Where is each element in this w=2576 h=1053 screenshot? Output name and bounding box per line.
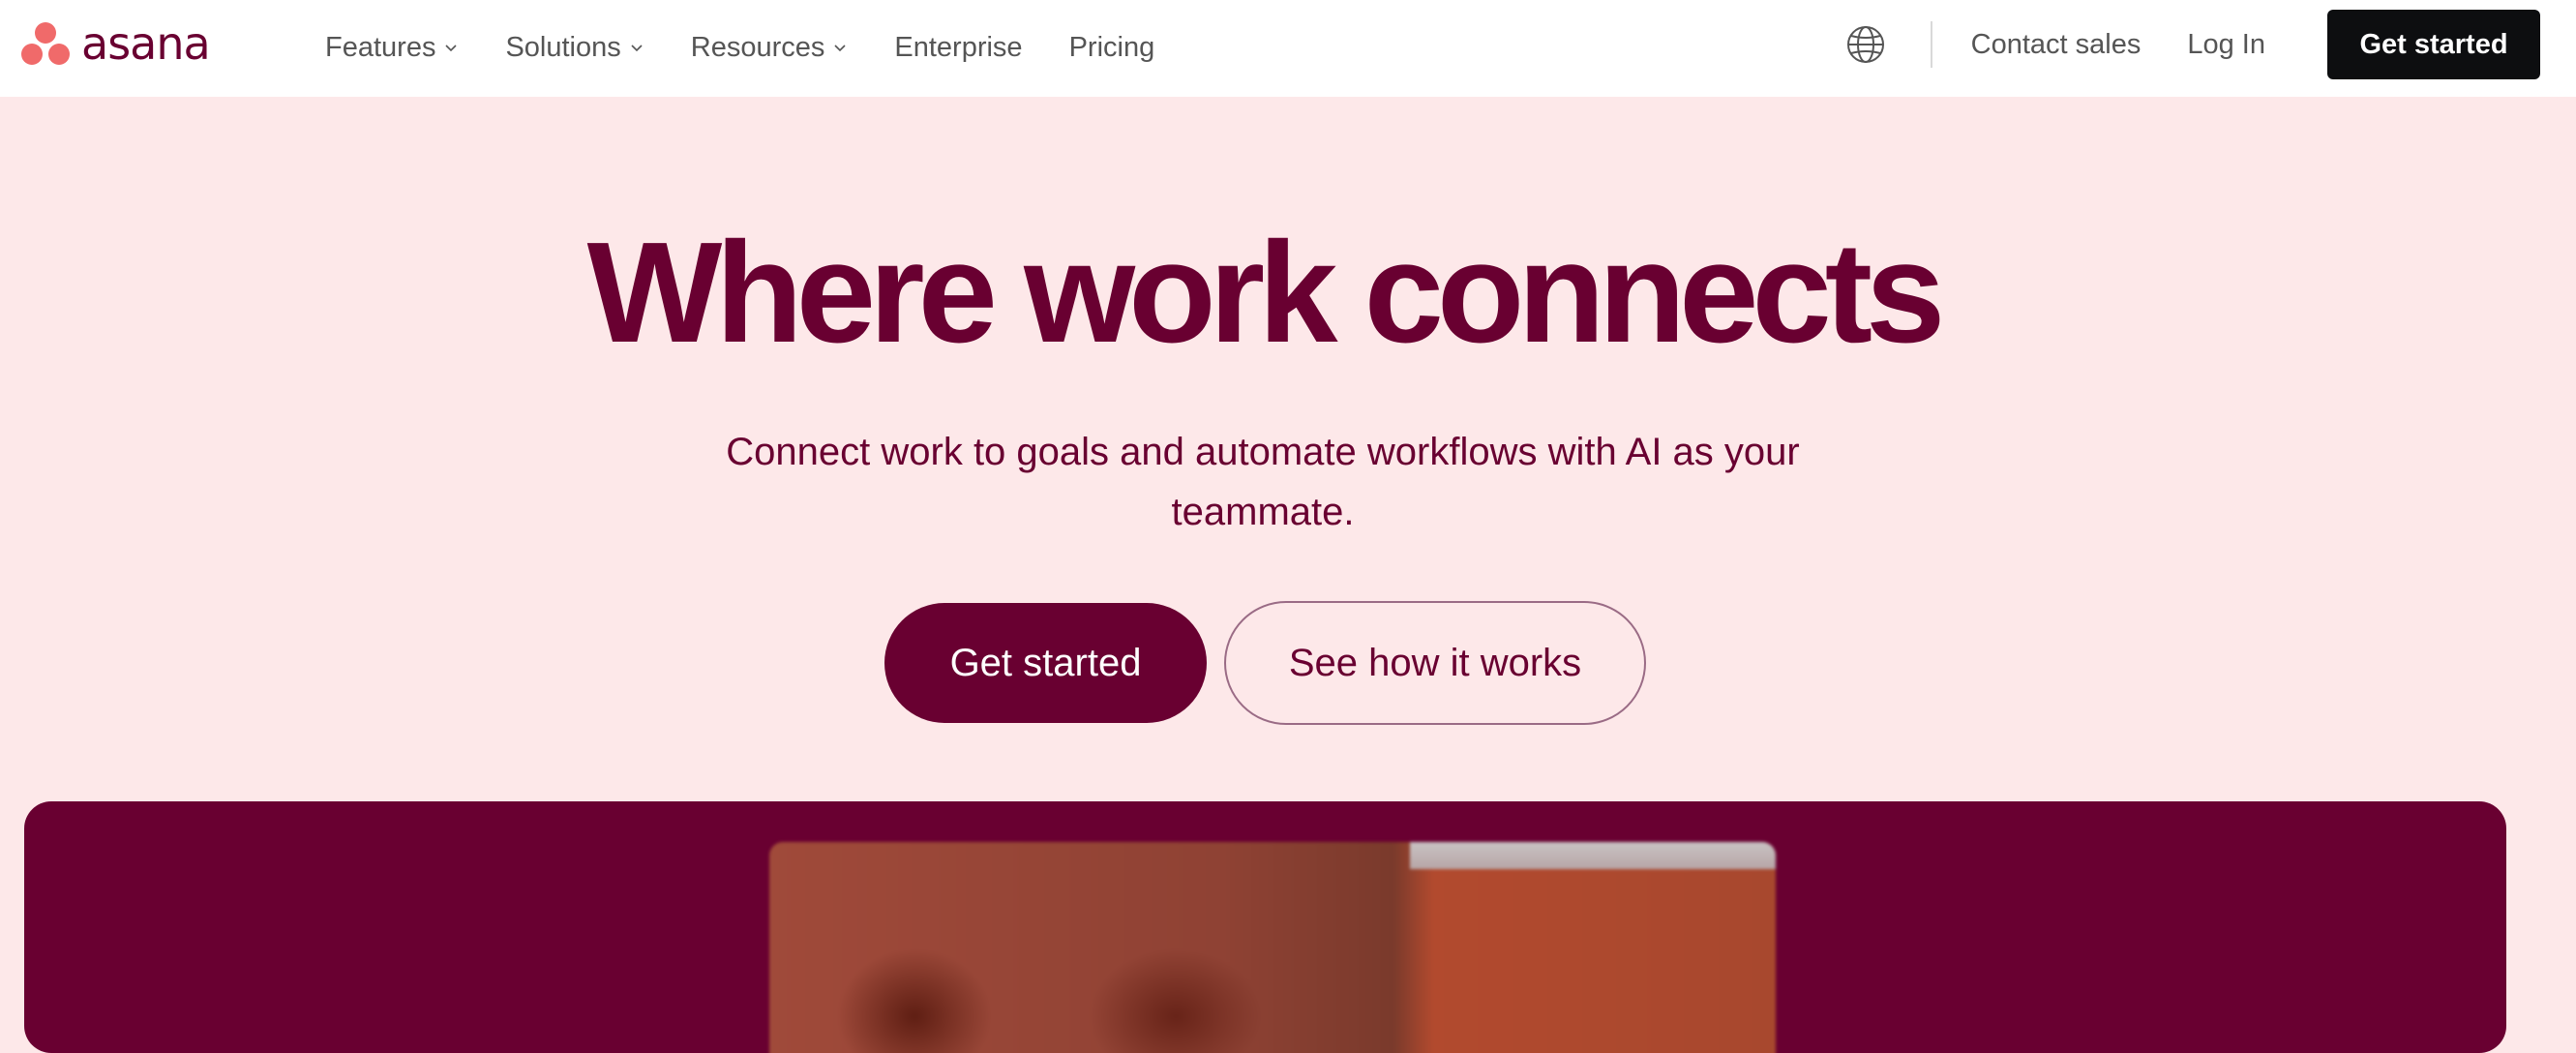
asana-logo[interactable]: asana [21, 17, 211, 70]
see-how-it-works-button[interactable]: See how it works [1224, 601, 1646, 725]
nav-solutions-label: Solutions [505, 31, 621, 63]
nav-resources[interactable]: Resources [691, 32, 849, 64]
chevron-down-icon [631, 45, 643, 52]
chevron-down-icon [445, 45, 458, 52]
showcase-video[interactable] [769, 842, 1776, 1053]
hero-subtitle: Connect work to goals and automate workf… [726, 431, 1800, 533]
nav-solutions[interactable]: Solutions [505, 32, 644, 64]
nav-enterprise-label: Enterprise [894, 31, 1023, 63]
primary-nav: Features Solutions Resources Enterprise … [325, 25, 1201, 70]
product-showcase-panel [24, 801, 2506, 1053]
contact-sales-link[interactable]: Contact sales [1971, 29, 2142, 61]
globe-icon[interactable] [1845, 24, 1886, 65]
asana-logo-icon [21, 22, 70, 65]
nav-features-label: Features [325, 31, 436, 63]
chevron-down-icon [834, 45, 846, 52]
nav-pricing[interactable]: Pricing [1069, 32, 1155, 64]
hero-title: Where work connects [586, 213, 1946, 373]
top-navigation: asana Features Solutions Resources Enter… [0, 0, 2576, 97]
nav-pricing-label: Pricing [1068, 31, 1155, 63]
nav-get-started-button[interactable]: Get started [2327, 10, 2540, 79]
video-frame-overlay [1410, 842, 1776, 869]
nav-enterprise[interactable]: Enterprise [894, 32, 1022, 64]
nav-features[interactable]: Features [325, 32, 459, 64]
hero-cta-group: Get started See how it works [884, 601, 1646, 725]
hero-get-started-button[interactable]: Get started [884, 603, 1207, 723]
nav-actions: Contact sales Log In Get started [1845, 10, 2540, 79]
logo-wordmark: asana [81, 17, 211, 70]
nav-divider [1930, 21, 1932, 68]
nav-resources-label: Resources [690, 31, 825, 63]
log-in-link[interactable]: Log In [2187, 29, 2265, 61]
